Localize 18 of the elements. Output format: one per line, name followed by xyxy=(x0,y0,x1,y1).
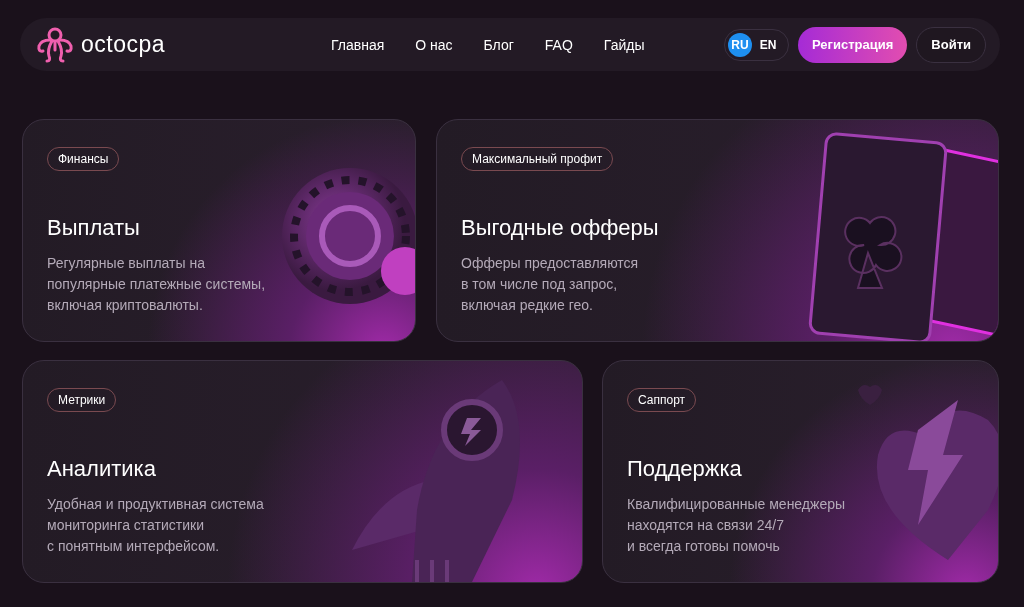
language-option[interactable]: EN xyxy=(756,32,780,57)
card-description: Квалифицированные менеджеры находятся на связи 24/7 и всегда готовы помочь xyxy=(627,495,846,556)
card-description: Удобная и продуктивная система мониторинга статистики с понятным интерфейсом. xyxy=(47,495,264,556)
card-description: Регулярные выплаты на популярные платежные системы, включая криптовалюты. xyxy=(47,254,266,315)
card-title: Аналитика xyxy=(47,456,156,482)
octopus-logo-icon[interactable] xyxy=(35,25,75,64)
login-button[interactable]: Войти xyxy=(916,26,986,63)
nav-link[interactable]: Главная xyxy=(331,36,385,53)
nav-link[interactable]: Блог xyxy=(483,36,514,53)
card-title: Поддержка xyxy=(627,456,742,482)
card-description: Офферы предоставляются в том числе под запрос, включая редкие гео. xyxy=(461,254,639,315)
register-button[interactable]: Регистрация xyxy=(798,26,908,63)
nav-link[interactable]: Гайды xyxy=(603,36,645,53)
logo-text[interactable]: octocpa xyxy=(81,31,166,58)
card-title: Выплаты xyxy=(47,215,140,241)
nav-link[interactable]: О нас xyxy=(415,36,453,53)
card-title: Выгодные офферы xyxy=(461,215,659,241)
nav-link[interactable]: FAQ xyxy=(544,36,573,53)
